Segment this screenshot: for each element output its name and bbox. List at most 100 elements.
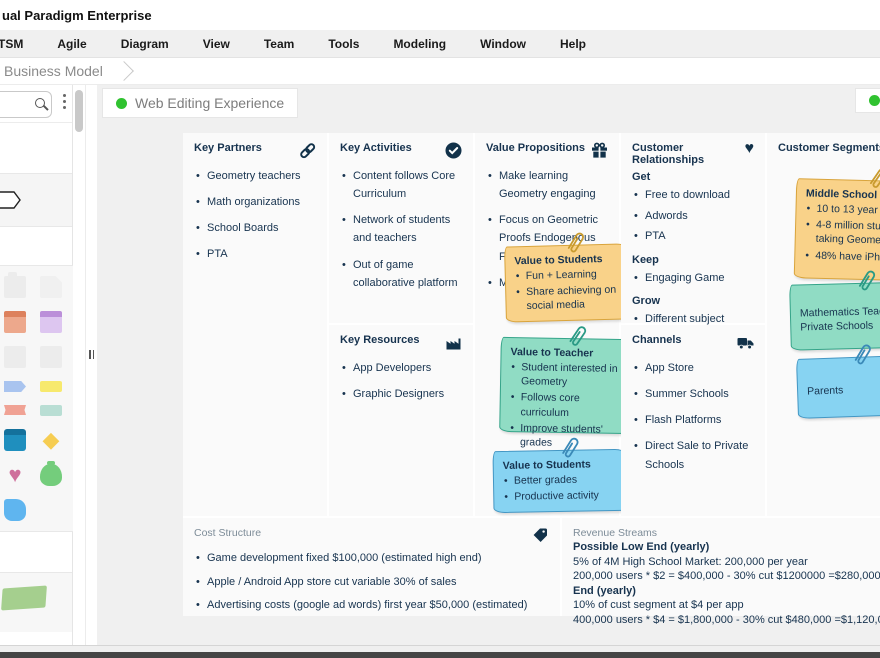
sticky-note-tab-icon[interactable] [4, 276, 26, 298]
check-circle-icon [445, 142, 462, 159]
palette-menu-button[interactable] [63, 94, 66, 109]
application-window: ual Paradigm Enterprise TSMAgileDiagramV… [0, 0, 880, 658]
search-icon [35, 98, 45, 108]
label-icon[interactable] [40, 405, 62, 416]
list-item: Student interested in Geometry [510, 360, 620, 390]
sticky-note-gray2-icon[interactable] [40, 346, 62, 368]
list-item: Engaging Game [632, 270, 754, 287]
tags-icon [532, 527, 549, 544]
list-item: 10 to 13 year olds [805, 201, 880, 218]
online-status-icon [869, 95, 880, 106]
sticky-note-value-to-teacher[interactable]: Value to Teacher Student interested in G… [499, 337, 631, 434]
status-bar [0, 645, 880, 652]
menu-item-help[interactable]: Help [543, 37, 603, 51]
list-item: Out of game collaborative platform [340, 256, 462, 292]
section-cost-structure[interactable]: Cost Structure Game development fixed $1… [183, 518, 560, 616]
sticky-note-fold-icon[interactable] [40, 276, 62, 298]
heart-icon: ♥ [745, 142, 755, 156]
moneybag-icon[interactable] [40, 464, 62, 486]
online-status-icon [116, 98, 127, 109]
list-item: PTA [632, 228, 754, 245]
list-item: Summer Schools [632, 385, 754, 403]
presence-chip-web-editing[interactable]: Web Editing Experience [102, 88, 298, 118]
sticky-note-value-to-students-blue[interactable]: Value to Students Better gradesProductiv… [492, 449, 625, 513]
revenue-line: 10% of cust segment at $4 per app [573, 598, 880, 613]
list-item: Flash Platforms [632, 411, 754, 429]
presence-chip-right[interactable] [855, 88, 880, 113]
sticky-note-gray-icon[interactable] [4, 346, 26, 368]
list-item: Apple / Android App store cut variable 3… [194, 574, 549, 592]
search-input[interactable] [0, 91, 52, 118]
section-key-partners[interactable]: Key Partners Geometry teachersMath organ… [183, 133, 327, 516]
revenue-line: 5% of 4M High School Market: 200,000 per… [573, 555, 880, 570]
revenue-line: End (yearly) [573, 584, 880, 599]
menu-item-modeling[interactable]: Modeling [376, 37, 463, 51]
highlight-icon[interactable] [40, 381, 62, 392]
section-channels[interactable]: Channels App StoreSummer SchoolsFlash Pl… [621, 325, 765, 516]
sticky-note-value-to-students-yellow[interactable]: Value to Students Fun + LearningShare ac… [504, 243, 628, 322]
list-item: Direct Sale to Private Schools [632, 437, 754, 473]
list-item: App Developers [340, 359, 462, 377]
ribbon-icon[interactable] [4, 405, 26, 415]
menu-item-window[interactable]: Window [463, 37, 543, 51]
list-item: 48% have iPhones [804, 248, 880, 265]
calendar-icon[interactable] [4, 429, 26, 451]
menu-item-agile[interactable]: Agile [40, 37, 103, 51]
tab-business-model[interactable]: Business Model [0, 58, 135, 84]
section-customer-relationships[interactable]: Customer Relationships ♥ Get Free to dow… [621, 133, 765, 323]
list-item: Geometry teachers [194, 167, 316, 185]
revenue-lines: Possible Low End (yearly)5% of 4M High S… [573, 540, 880, 627]
list-item: Free to download [632, 187, 754, 204]
section-revenue-streams[interactable]: Revenue Streams Possible Low End (yearly… [562, 518, 880, 616]
list-item: App Store [632, 359, 754, 377]
list-item: Math organizations [194, 193, 316, 211]
panel-splitter[interactable] [85, 85, 97, 645]
scrollbar-thumb[interactable] [75, 90, 83, 132]
sticky-note-parents[interactable]: Parents [796, 355, 880, 419]
list-item: Content follows Core Curriculum [340, 167, 462, 203]
hexagon-shape-icon[interactable] [0, 191, 21, 209]
list-item: Better grades [503, 472, 615, 488]
list-item: Make learning Geometry engaging [486, 167, 608, 203]
diagram-tab-bar: Business Model [0, 58, 880, 85]
list-item: Graphic Designers [340, 385, 462, 403]
menu-item-tools[interactable]: Tools [311, 37, 376, 51]
menu-item-view[interactable]: View [186, 37, 247, 51]
section-key-resources[interactable]: Key Resources App DevelopersGraphic Desi… [329, 325, 473, 516]
arrow-ribbon-icon[interactable] [4, 381, 26, 392]
list-item: Share achieving on social media [515, 283, 618, 314]
bottom-edge-bar [0, 652, 880, 658]
section-value-propositions[interactable]: Value Propositions Make learning Geometr… [475, 133, 619, 516]
palette-hexagon-row [0, 173, 72, 227]
diamond-icon[interactable]: ◆ [40, 429, 62, 451]
list-item: Productive activity [503, 488, 615, 504]
splitter-handle[interactable] [89, 350, 94, 359]
shape-palette-grid: ◆♥ [0, 265, 73, 532]
menu-item-team[interactable]: Team [247, 37, 311, 51]
menu-bar: TSMAgileDiagramViewTeamToolsModelingWind… [0, 30, 880, 58]
list-item: Fun + Learning [515, 267, 617, 284]
sidebar-scrollbar[interactable] [73, 85, 85, 645]
revenue-line: Possible Low End (yearly) [573, 540, 880, 555]
business-model-canvas: Key Partners Geometry teachersMath organ… [183, 133, 880, 616]
heart-icon[interactable]: ♥ [4, 464, 26, 486]
menu-item-diagram[interactable]: Diagram [104, 37, 186, 51]
green-shape-icon[interactable] [1, 585, 47, 610]
revenue-line: 200,000 users * $2 = $400,000 - 30% cut … [573, 569, 880, 584]
section-customer-segments[interactable]: Customer Segments Middle School Students… [767, 133, 880, 516]
window-title: ual Paradigm Enterprise [2, 8, 152, 23]
list-item: Follows core curriculum [509, 390, 619, 420]
section-key-activities[interactable]: Key Activities Content follows Core Curr… [329, 133, 473, 323]
list-item: Game development fixed $100,000 (estimat… [194, 550, 549, 568]
list-item: 4-8 million students taking Geometry [805, 218, 880, 249]
diagram-canvas[interactable]: Web Editing Experience Key Partners [97, 85, 880, 645]
shape-palette-sidebar: ◆♥ [0, 85, 73, 645]
gift-icon [591, 142, 608, 159]
thumbup-icon[interactable] [4, 499, 26, 521]
sticky-note-purple-icon[interactable] [40, 311, 62, 333]
menu-item-tsm[interactable]: TSM [0, 37, 40, 51]
revenue-line: 400,000 users * $4 = $1,800,000 - 30% cu… [573, 613, 880, 628]
sticky-note-orange-icon[interactable] [4, 311, 26, 333]
list-item: PTA [194, 245, 316, 263]
link-icon [299, 142, 316, 159]
